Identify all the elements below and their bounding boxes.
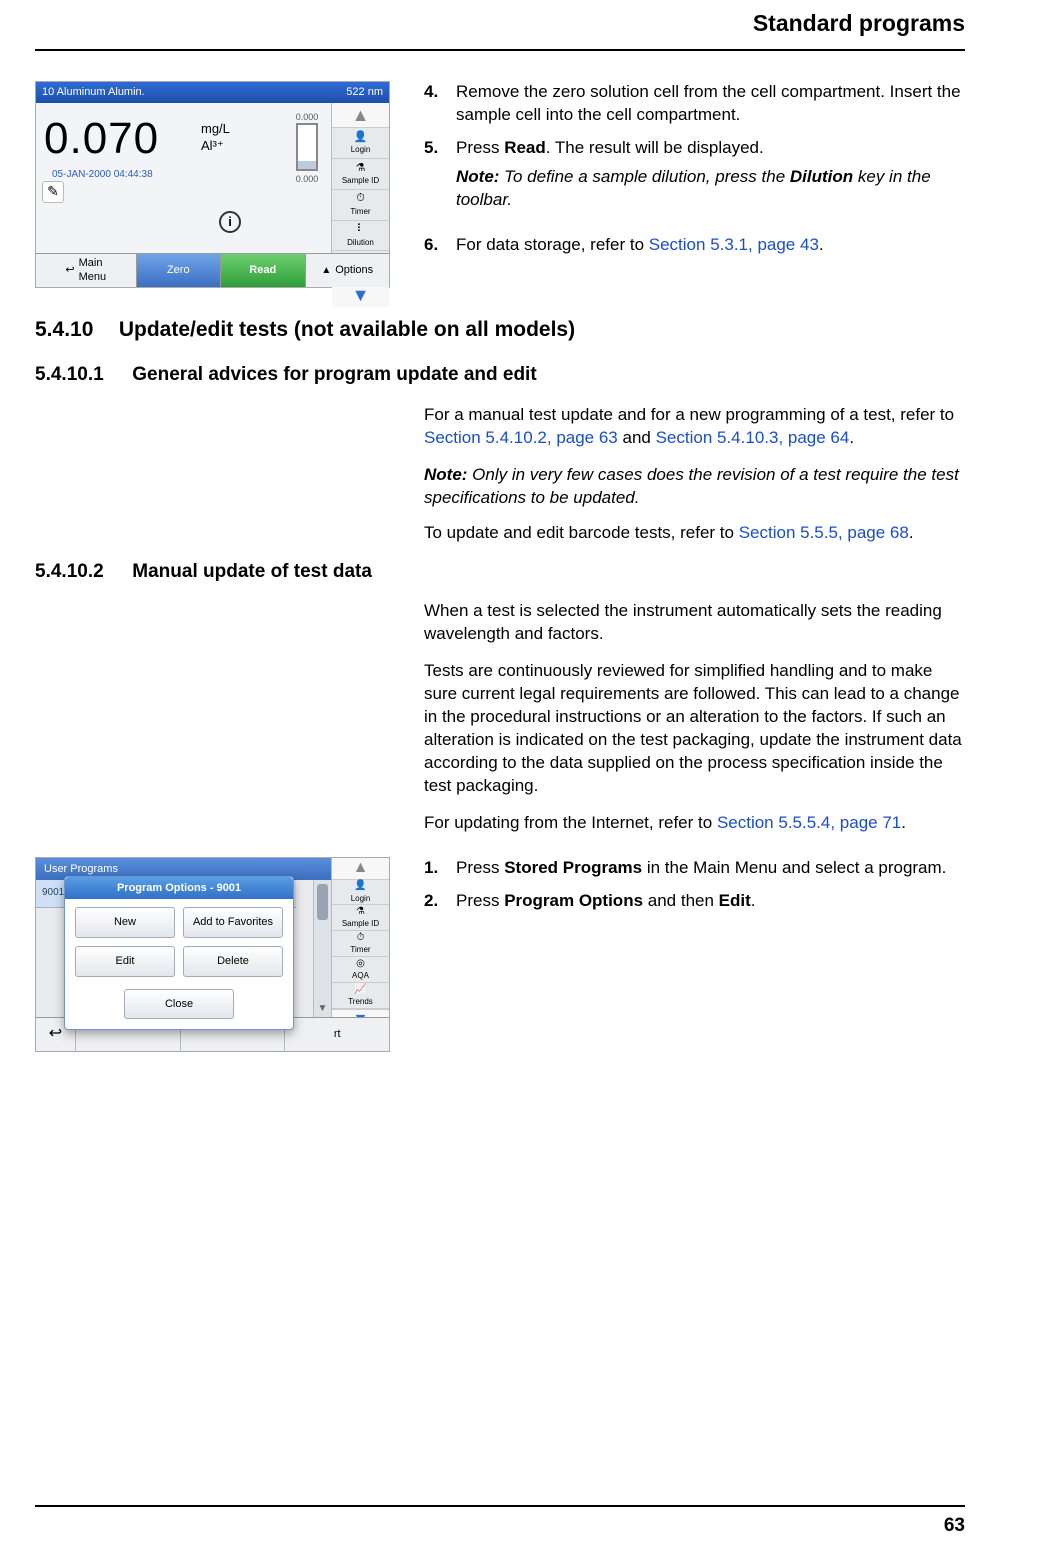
sample-id-button[interactable]: ⚗Sample ID <box>332 905 389 931</box>
person-icon: 👤 <box>354 880 367 893</box>
scr1-bottom-bar: ↩MainMenu Zero Read ▲Options <box>36 253 389 287</box>
note-revision: Note: Only in very few cases does the re… <box>424 464 965 510</box>
step-5: 5. Press Read. The result will be displa… <box>424 137 965 224</box>
scroll-up-icon[interactable]: ▲ <box>332 858 389 880</box>
scr2-sidebar: ▲ 👤Login ⚗Sample ID ⏱Timer ◎AQA 📈Trends … <box>331 858 389 1017</box>
program-options-screen: User Programs 9001 ▲ ▼ ▲ 👤Login ⚗Sample … <box>35 857 390 1052</box>
section-5-4-10-2-body: When a test is selected the instrument a… <box>424 600 965 834</box>
edit-button[interactable]: Edit <box>75 946 175 977</box>
timer-icon: ⏱ <box>354 192 368 206</box>
login-button[interactable]: 👤Login <box>332 128 389 159</box>
trends-button[interactable]: 📈Trends <box>332 983 389 1009</box>
steps-4-6: 4. Remove the zero solution cell from th… <box>424 81 965 288</box>
add-to-favorites-button[interactable]: Add to Favorites <box>183 907 283 938</box>
program-options-dialog: Program Options - 9001 New Add to Favori… <box>64 876 294 1031</box>
scrollbar-down-icon[interactable]: ▼ <box>314 1001 331 1017</box>
figure-2: User Programs 9001 ▲ ▼ ▲ 👤Login ⚗Sample … <box>35 857 390 1052</box>
link-5-3-1[interactable]: Section 5.3.1, page 43 <box>649 235 819 254</box>
heading-5-4-10: 5.4.10 Update/edit tests (not available … <box>35 316 965 344</box>
timer-button[interactable]: ⏱Timer <box>332 190 389 221</box>
scrollbar-thumb[interactable] <box>317 884 328 920</box>
scrollbar[interactable]: ▲ ▼ <box>313 880 331 1017</box>
back-arrow-icon: ↩ <box>65 263 74 278</box>
timer-icon: ⏱ <box>354 931 367 944</box>
sample-id-button[interactable]: ⚗Sample ID <box>332 159 389 190</box>
reading-units: mg/L Al³⁺ <box>201 121 230 155</box>
timestamp: 05-JAN-2000 04:44:38 <box>44 168 323 186</box>
chart-icon: 📈 <box>354 983 367 996</box>
step-1: 1. Press Stored Programs in the Main Men… <box>424 857 965 880</box>
link-5-4-10-3[interactable]: Section 5.4.10.3, page 64 <box>656 428 850 447</box>
scr1-sidebar: ▲ 👤Login ⚗Sample ID ⏱Timer ⠇Dilution ◎AQ… <box>331 103 389 253</box>
dilution-button[interactable]: ⠇Dilution <box>332 221 389 252</box>
options-button[interactable]: ▲Options <box>306 254 390 287</box>
aqa-button[interactable]: ◎AQA <box>332 957 389 983</box>
wavelength: 522 nm <box>346 85 383 100</box>
login-button[interactable]: 👤Login <box>332 880 389 906</box>
triangle-up-icon: ▲ <box>321 264 331 278</box>
page-footer: 63 <box>35 1505 965 1539</box>
delete-button[interactable]: Delete <box>183 946 283 977</box>
read-button[interactable]: Read <box>221 254 306 287</box>
edit-icon[interactable]: ✎ <box>42 181 64 203</box>
measurement-screen: 10 Aluminum Alumin. 522 nm 0.070 mg/L Al… <box>35 81 390 288</box>
heading-5-4-10-1: 5.4.10.1 General advices for program upd… <box>35 362 965 388</box>
scroll-up-icon[interactable]: ▲ <box>332 103 389 128</box>
note-dilution: Note: To define a sample dilution, press… <box>456 166 965 212</box>
cell-icon <box>296 123 318 171</box>
top-row: 10 Aluminum Alumin. 522 nm 0.070 mg/L Al… <box>35 81 965 288</box>
new-button[interactable]: New <box>75 907 175 938</box>
figure-1: 10 Aluminum Alumin. 522 nm 0.070 mg/L Al… <box>35 81 390 288</box>
zero-button[interactable]: Zero <box>137 254 222 287</box>
link-5-4-10-2[interactable]: Section 5.4.10.2, page 63 <box>424 428 618 447</box>
steps-1-2: 1. Press Stored Programs in the Main Men… <box>424 857 965 1052</box>
bottom-row: User Programs 9001 ▲ ▼ ▲ 👤Login ⚗Sample … <box>35 857 965 1052</box>
step-4: 4. Remove the zero solution cell from th… <box>424 81 965 127</box>
bottom-button-3[interactable]: rt <box>285 1018 389 1051</box>
heading-5-4-10-2: 5.4.10.2 Manual update of test data <box>35 559 965 585</box>
step-6: 6. For data storage, refer to Section 5.… <box>424 234 965 257</box>
header-title: Standard programs <box>753 10 965 36</box>
program-name: 10 Aluminum Alumin. <box>42 85 145 100</box>
aqa-icon: ◎ <box>354 957 367 970</box>
dilution-icon: ⠇ <box>354 223 368 237</box>
main-menu-button[interactable]: ↩MainMenu <box>36 254 137 287</box>
flask-icon: ⚗ <box>354 905 367 918</box>
person-icon: 👤 <box>354 130 368 144</box>
link-5-5-5[interactable]: Section 5.5.5, page 68 <box>739 523 909 542</box>
page-number: 63 <box>944 1515 965 1536</box>
link-5-5-5-4[interactable]: Section 5.5.5.4, page 71 <box>717 813 901 832</box>
reading-value: 0.070 <box>44 109 323 168</box>
flask-icon: ⚗ <box>354 161 368 175</box>
dialog-title: Program Options - 9001 <box>65 877 293 900</box>
step-2: 2. Press Program Options and then Edit. <box>424 890 965 913</box>
page-header: Standard programs <box>35 0 965 51</box>
cell-diagram: 0.000 0.000 <box>289 111 325 185</box>
close-button[interactable]: Close <box>124 989 234 1020</box>
scr1-topbar: 10 Aluminum Alumin. 522 nm <box>36 82 389 103</box>
timer-button[interactable]: ⏱Timer <box>332 931 389 957</box>
info-icon[interactable]: i <box>219 211 241 233</box>
section-5-4-10-1-body: For a manual test update and for a new p… <box>424 404 965 545</box>
